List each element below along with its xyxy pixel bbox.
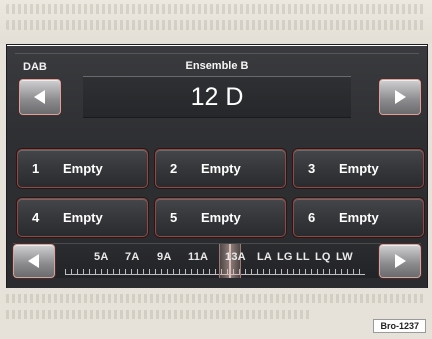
- preset-label: Empty: [201, 210, 241, 225]
- channel-label: 7A: [125, 251, 140, 263]
- right-arrow-icon: [395, 90, 406, 104]
- channel-label: LA: [257, 251, 273, 263]
- channel-label: LG: [277, 251, 293, 263]
- preset-label: Empty: [339, 210, 379, 225]
- preset-label: Empty: [201, 161, 241, 176]
- scale-previous-button[interactable]: [13, 244, 55, 278]
- preset-number: 5: [170, 210, 178, 225]
- channel-label: LQ: [315, 251, 331, 263]
- preset-number: 4: [32, 210, 40, 225]
- preset-button-5[interactable]: 5 Empty: [155, 198, 286, 237]
- band-label: DAB: [23, 61, 47, 73]
- previous-station-button[interactable]: [19, 79, 61, 115]
- right-arrow-icon: [395, 254, 406, 268]
- preset-label: Empty: [339, 161, 379, 176]
- preset-number: 3: [308, 161, 316, 176]
- preset-button-6[interactable]: 6 Empty: [293, 198, 424, 237]
- preset-label: Empty: [63, 161, 103, 176]
- scale-next-button[interactable]: [379, 244, 421, 278]
- channel-scale[interactable]: 5A 7A 9A 11A 13A LA LG LL LQ LW: [61, 244, 373, 278]
- page-background-bottom: Bro-1237: [0, 288, 432, 339]
- next-station-button[interactable]: [379, 79, 421, 115]
- channel-label: LL: [296, 251, 310, 263]
- ghost-text-line: [6, 4, 426, 14]
- station-name: 12 D: [190, 83, 244, 111]
- radio-screen: DAB Ensemble B 12 D 1 Empty 2 Empty 3 Em…: [6, 44, 428, 289]
- channel-label: 11A: [188, 251, 209, 263]
- channel-label: LW: [336, 251, 353, 263]
- preset-button-4[interactable]: 4 Empty: [17, 198, 148, 237]
- page-background-top: [0, 0, 432, 44]
- preset-grid: 1 Empty 2 Empty 3 Empty 4 Empty 5 Empty …: [17, 149, 424, 241]
- scale-baseline: [65, 274, 365, 275]
- preset-label: Empty: [63, 210, 103, 225]
- channel-label: 5A: [94, 251, 109, 263]
- ghost-text-line: [6, 310, 312, 319]
- top-divider: [15, 53, 419, 54]
- channel-label: 13A: [225, 251, 246, 263]
- channel-label: 9A: [157, 251, 172, 263]
- ensemble-name: Ensemble B: [185, 60, 249, 72]
- preset-number: 1: [32, 161, 40, 176]
- figure-id: Bro-1237: [373, 319, 426, 333]
- ghost-text-line: [6, 294, 426, 303]
- preset-number: 2: [170, 161, 178, 176]
- channel-scale-bar: 5A 7A 9A 11A 13A LA LG LL LQ LW: [13, 243, 421, 278]
- ghost-text-line: [6, 20, 426, 30]
- preset-button-3[interactable]: 3 Empty: [293, 149, 424, 188]
- left-arrow-icon: [28, 254, 39, 268]
- left-arrow-icon: [34, 90, 45, 104]
- preset-number: 6: [308, 210, 316, 225]
- preset-button-1[interactable]: 1 Empty: [17, 149, 148, 188]
- station-display: 12 D: [83, 76, 351, 118]
- preset-button-2[interactable]: 2 Empty: [155, 149, 286, 188]
